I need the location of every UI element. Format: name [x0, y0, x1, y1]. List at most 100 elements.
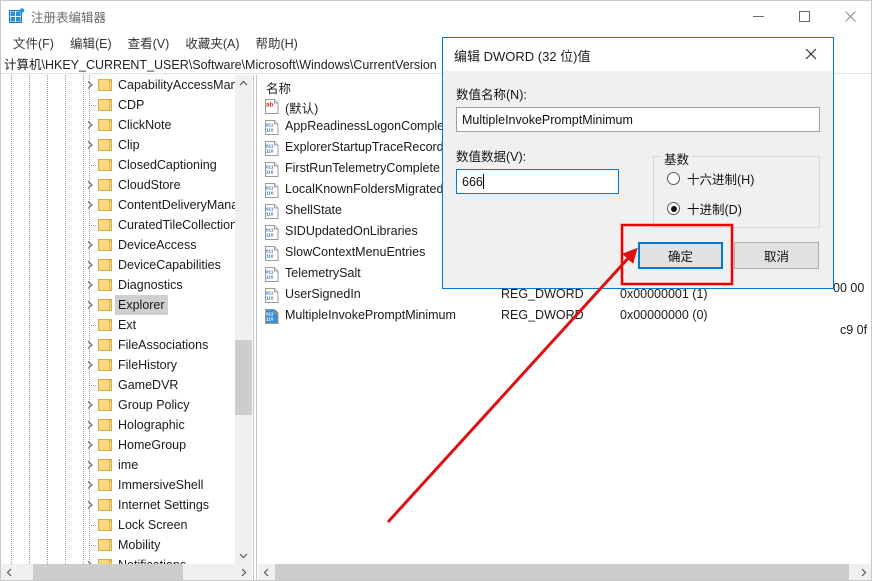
folder-icon [98, 518, 114, 532]
tree-item-gamedvr[interactable]: GameDVR [1, 375, 235, 395]
chevron-right-icon[interactable] [83, 75, 97, 95]
tree-item-label: ClosedCaptioning [118, 158, 217, 172]
maximize-button[interactable] [781, 1, 827, 31]
dword-value-icon: 011 110 [264, 162, 280, 177]
tree-item-clicknote[interactable]: ClickNote [1, 115, 235, 135]
menu-favorites[interactable]: 收藏夹(A) [177, 31, 247, 54]
radio-hexadecimal[interactable]: 十六进制(H) [667, 169, 754, 188]
tree-item-notifications[interactable]: Notifications [1, 555, 235, 564]
chevron-right-icon[interactable] [83, 275, 97, 295]
tree-item-label: Ext [118, 318, 137, 332]
tree-item-explorer[interactable]: Explorer [1, 295, 235, 315]
tree-item-holographic[interactable]: Holographic [1, 415, 235, 435]
scroll-up-icon[interactable] [235, 75, 252, 92]
folder-icon [98, 218, 114, 232]
tree-item-lock-screen[interactable]: Lock Screen [1, 515, 235, 535]
chevron-right-icon[interactable] [83, 335, 97, 355]
tree-item-capabilityaccessmana[interactable]: CapabilityAccessMana [1, 75, 244, 95]
tree-item-group-policy[interactable]: Group Policy [1, 395, 235, 415]
folder-icon [98, 258, 114, 272]
tree-item-cdp[interactable]: CDP [1, 95, 235, 115]
chevron-right-icon[interactable] [83, 435, 97, 455]
list-scroll-right-icon[interactable] [855, 564, 871, 580]
chevron-right-icon[interactable] [83, 475, 97, 495]
chevron-right-icon[interactable] [83, 195, 97, 215]
scroll-down-icon[interactable] [235, 547, 252, 564]
tree-item-label: Internet Settings [118, 498, 210, 512]
window-title: 注册表编辑器 [31, 11, 107, 25]
value-name: ExplorerStartupTraceRecord [285, 140, 444, 154]
menu-file[interactable]: 文件(F) [5, 31, 62, 54]
tree-item-filehistory[interactable]: FileHistory [1, 355, 235, 375]
tree-vertical-scrollbar[interactable] [235, 75, 252, 564]
string-value-icon: ab [264, 99, 280, 114]
tree-item-label: DeviceCapabilities [118, 258, 221, 272]
column-header-name[interactable]: 名称 [266, 78, 291, 97]
chevron-right-icon[interactable] [83, 295, 97, 315]
tree-item-diagnostics[interactable]: Diagnostics [1, 275, 235, 295]
close-button[interactable] [827, 1, 871, 31]
menu-edit[interactable]: 编辑(E) [62, 31, 120, 54]
list-scroll-left-icon[interactable] [258, 564, 275, 580]
tree-item-clip[interactable]: Clip [1, 135, 235, 155]
tree-item-closedcaptioning[interactable]: ClosedCaptioning [1, 155, 235, 175]
tree-item-label: Mobility [118, 538, 161, 552]
chevron-right-icon[interactable] [83, 495, 97, 515]
svg-text:110: 110 [266, 316, 274, 321]
dword-value-icon: 011 110 [264, 225, 280, 240]
value-row[interactable]: 011 110 MultipleInvokePromptMinimum REG_DWO… [258, 306, 871, 327]
tree-hscroll-thumb[interactable] [33, 564, 183, 580]
value-name-label: 数值名称(N): [456, 88, 527, 102]
tree-item-curatedtilecollection[interactable]: CuratedTileCollection [1, 215, 237, 235]
chevron-right-icon[interactable] [83, 415, 97, 435]
value-data-input[interactable] [456, 169, 619, 194]
chevron-right-icon[interactable] [83, 235, 97, 255]
tree-item-internet-settings[interactable]: Internet Settings [1, 495, 235, 515]
value-name-input[interactable] [456, 107, 820, 132]
ok-button[interactable]: 确定 [638, 242, 723, 269]
radio-decimal[interactable]: 十进制(D) [667, 199, 742, 218]
chevron-right-icon[interactable] [83, 355, 97, 375]
tree-item-label: CDP [118, 98, 145, 112]
radio-hex-icon[interactable] [667, 172, 680, 185]
value-name: LocalKnownFoldersMigrated [285, 182, 444, 196]
list-hscroll-thumb[interactable] [275, 564, 849, 580]
tree-item-label: Clip [118, 138, 140, 152]
tree-item-contentdeliverymana[interactable]: ContentDeliveryMana [1, 195, 238, 215]
cancel-button[interactable]: 取消 [734, 242, 819, 269]
tree-item-cloudstore[interactable]: CloudStore [1, 175, 235, 195]
folder-icon [98, 478, 114, 492]
scroll-left-icon[interactable] [1, 564, 18, 580]
radio-dec-icon[interactable] [667, 202, 680, 215]
tree-item-devicecapabilities[interactable]: DeviceCapabilities [1, 255, 235, 275]
tree-horizontal-scrollbar[interactable] [1, 564, 252, 580]
chevron-right-icon[interactable] [83, 255, 97, 275]
chevron-right-icon[interactable] [83, 555, 97, 564]
tree-item-label: ImmersiveShell [118, 478, 204, 492]
chevron-right-icon[interactable] [83, 175, 97, 195]
dialog-close-button[interactable] [789, 38, 833, 69]
dialog-title-bar: 编辑 DWORD (32 位)值 [443, 38, 833, 71]
menu-help[interactable]: 帮助(H) [247, 31, 305, 54]
list-horizontal-scrollbar[interactable] [258, 564, 871, 580]
tree-scroll-thumb[interactable] [235, 340, 252, 415]
title-bar: 注册表编辑器 [1, 1, 871, 31]
tree-item-ime[interactable]: ime [1, 455, 235, 475]
svg-text:110: 110 [266, 169, 274, 174]
menu-view[interactable]: 查看(V) [120, 31, 178, 54]
chevron-right-icon[interactable] [83, 135, 97, 155]
pane-splitter[interactable] [253, 75, 257, 580]
tree-item-fileassociations[interactable]: FileAssociations [1, 335, 235, 355]
registry-tree-pane[interactable]: CapabilityAccessMana CDP ClickNote Clip Clos… [1, 75, 253, 564]
tree-item-homegroup[interactable]: HomeGroup [1, 435, 235, 455]
tree-item-immersiveshell[interactable]: ImmersiveShell [1, 475, 235, 495]
scroll-right-icon[interactable] [235, 564, 252, 580]
tree-item-mobility[interactable]: Mobility [1, 535, 235, 555]
chevron-right-icon[interactable] [83, 455, 97, 475]
tree-item-deviceaccess[interactable]: DeviceAccess [1, 235, 235, 255]
minimize-button[interactable] [735, 1, 781, 31]
chevron-right-icon[interactable] [83, 115, 97, 135]
chevron-right-icon[interactable] [83, 395, 97, 415]
value-name: AppReadinessLogonComple [285, 119, 445, 133]
tree-item-ext[interactable]: Ext [1, 315, 235, 335]
